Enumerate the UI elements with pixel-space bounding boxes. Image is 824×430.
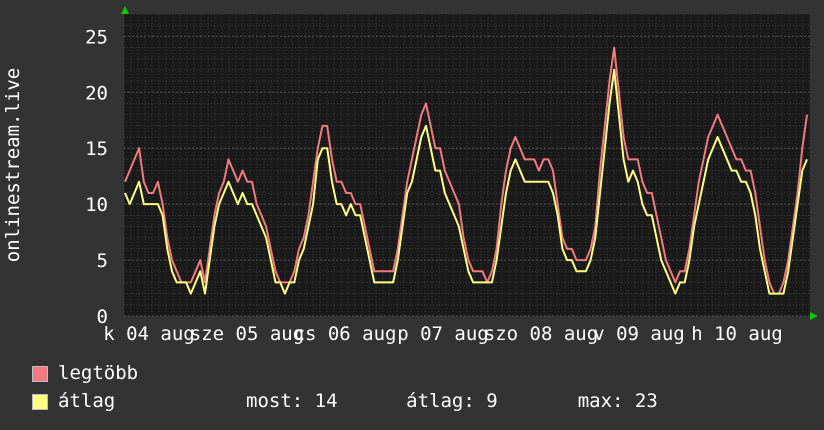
y-tick-label: 25 xyxy=(85,26,108,48)
y-axis-arrow-icon xyxy=(121,6,129,14)
y-axis-ticks: 0510152025 xyxy=(85,26,108,328)
legend-avg-swatch xyxy=(32,394,48,410)
x-tick-label: v 09 aug xyxy=(593,323,685,345)
x-tick-label: h 10 aug xyxy=(691,323,783,345)
y-tick-label: 20 xyxy=(85,82,108,104)
x-axis-arrow-icon xyxy=(810,312,818,320)
x-tick-label: cs 06 aug xyxy=(294,323,397,345)
y-tick-label: 10 xyxy=(85,194,108,216)
y-axis-label: onlinestream.live xyxy=(2,68,24,262)
legend-max-label: legtöbb xyxy=(58,362,139,384)
x-tick-label: sze 05 aug xyxy=(190,323,304,345)
legend-avg-label: átlag xyxy=(58,390,116,412)
y-tick-label: 5 xyxy=(97,250,108,272)
legend-max-swatch xyxy=(32,366,48,382)
y-tick-label: 15 xyxy=(85,138,108,160)
x-tick-label: k 04 aug xyxy=(103,323,195,345)
x-tick-label: p 07 aug xyxy=(397,323,489,345)
x-axis-ticks: k 04 augsze 05 augcs 06 aug p 07 augszo 0… xyxy=(103,323,783,345)
x-tick-label: szo 08 aug xyxy=(484,323,598,345)
legend-stats: most: 14 átlag: 9 max: 23 xyxy=(246,390,658,412)
